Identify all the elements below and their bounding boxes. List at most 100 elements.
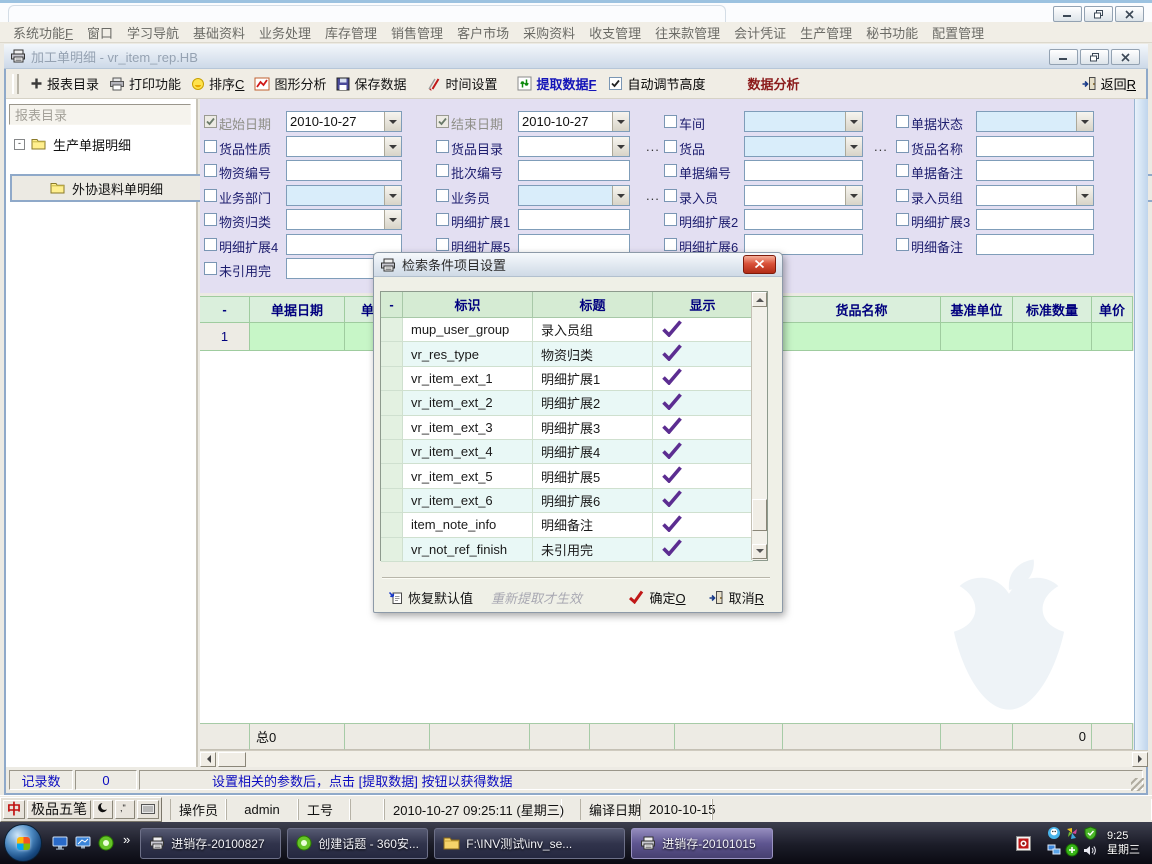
column-header-2[interactable]: 单据日期: [250, 296, 345, 323]
column-header-11[interactable]: 单价: [1092, 296, 1133, 323]
menu-item-15[interactable]: 配置管理: [925, 21, 991, 44]
filter-dropdown-r5c1[interactable]: [286, 209, 402, 230]
tray-shield-icon[interactable]: [1084, 826, 1097, 843]
menu-item-11[interactable]: 往来款管理: [648, 21, 727, 44]
cancel-button[interactable]: 取消R: [708, 588, 764, 607]
field-shown-checkbox[interactable]: [653, 513, 753, 537]
resize-grip[interactable]: [1131, 778, 1144, 791]
field-shown-checkbox[interactable]: [653, 416, 753, 440]
filter-checkbox-r4c1[interactable]: [204, 189, 217, 202]
vertical-scrollbar[interactable]: [1134, 99, 1148, 750]
menu-item-9[interactable]: 采购资料: [516, 21, 582, 44]
menu-item-1[interactable]: 系统功能F: [6, 21, 80, 44]
menu-item-6[interactable]: 库存管理: [318, 21, 384, 44]
dropdown-button[interactable]: [612, 112, 629, 131]
menu-item-10[interactable]: 收支管理: [582, 21, 648, 44]
browser-icon[interactable]: [98, 835, 114, 851]
dialog-row-vr_item_ext_1[interactable]: vr_item_ext_1明细扩展1: [381, 367, 767, 391]
ok-button[interactable]: 确定O: [628, 588, 685, 607]
table-cell[interactable]: [250, 323, 345, 351]
filter-dropdown-r1c3[interactable]: [744, 111, 863, 132]
toolbar-button-time[interactable]: 时间设置: [421, 71, 502, 96]
filter-checkbox-r2c3[interactable]: [664, 140, 677, 153]
filter-dropdown-r1c4[interactable]: [976, 111, 1094, 132]
dialog-row-vr_item_ext_3[interactable]: vr_item_ext_3明细扩展3: [381, 416, 767, 440]
dropdown-button[interactable]: [845, 137, 862, 156]
report-close-button[interactable]: [1111, 49, 1140, 65]
menu-item-5[interactable]: 业务处理: [252, 21, 318, 44]
app-minimize-button[interactable]: [1053, 6, 1082, 22]
horizontal-scrollbar[interactable]: [200, 750, 1148, 767]
app-close-button[interactable]: [1115, 6, 1144, 22]
dialog-scrollbar[interactable]: [751, 292, 767, 560]
filter-input-r3c3[interactable]: [744, 160, 863, 181]
menu-item-12[interactable]: 会计凭证: [727, 21, 793, 44]
dropdown-button[interactable]: [384, 112, 401, 131]
filter-input-r2c4[interactable]: [976, 136, 1094, 157]
scroll-right-button[interactable]: [1132, 752, 1148, 767]
field-shown-checkbox[interactable]: [653, 538, 753, 562]
field-shown-checkbox[interactable]: [653, 367, 753, 391]
filter-checkbox-r1c3[interactable]: [664, 115, 677, 128]
column-header-8[interactable]: 货品名称: [783, 296, 941, 323]
filter-input-r3c1[interactable]: [286, 160, 402, 181]
auto-height-checkbox[interactable]: [609, 77, 622, 90]
dialog-row-mup_user_group[interactable]: mup_user_group录入员组: [381, 318, 767, 342]
dialog-close-button[interactable]: [743, 255, 776, 274]
table-cell[interactable]: [783, 323, 941, 351]
ime-name-button[interactable]: 极品五笔: [27, 800, 91, 819]
table-cell[interactable]: [1013, 323, 1092, 351]
field-shown-checkbox[interactable]: [653, 342, 753, 366]
filter-input-r3c4[interactable]: [976, 160, 1094, 181]
browse-dots-button[interactable]: ...: [646, 188, 660, 203]
filter-checkbox-r6c4[interactable]: [896, 238, 909, 251]
dialog-row-vr_item_ext_2[interactable]: vr_item_ext_2明细扩展2: [381, 391, 767, 415]
ime-language-button[interactable]: 中: [3, 800, 25, 819]
menu-item-3[interactable]: 学习导航: [120, 21, 186, 44]
return-button[interactable]: 返回R: [1081, 74, 1136, 93]
tray-messenger-icon[interactable]: [1047, 826, 1061, 843]
dropdown-button[interactable]: [1076, 186, 1093, 205]
field-shown-checkbox[interactable]: [653, 318, 753, 342]
filter-checkbox-r2c4[interactable]: [896, 140, 909, 153]
toolbar-button-sort[interactable]: 排序C: [186, 71, 249, 96]
toolbar-button-refresh[interactable]: 提取数据F: [512, 71, 601, 96]
filter-dropdown-r1c2[interactable]: 2010-10-27: [518, 111, 630, 132]
filter-checkbox-r6c3[interactable]: [664, 238, 677, 251]
filter-dropdown-r4c4[interactable]: [976, 185, 1094, 206]
table-cell[interactable]: [941, 323, 1013, 351]
filter-checkbox-r3c1[interactable]: [204, 164, 217, 177]
filter-checkbox-r2c1[interactable]: [204, 140, 217, 153]
filter-dropdown-r2c1[interactable]: [286, 136, 402, 157]
menu-item-8[interactable]: 客户市场: [450, 21, 516, 44]
filter-input-r6c4[interactable]: [976, 234, 1094, 255]
field-shown-checkbox[interactable]: [653, 391, 753, 415]
browse-dots-button[interactable]: ...: [874, 139, 888, 154]
filter-checkbox-r1c4[interactable]: [896, 115, 909, 128]
filter-checkbox-r1c2[interactable]: [436, 115, 449, 128]
start-button[interactable]: [4, 824, 42, 862]
ime-mode-button[interactable]: [93, 800, 113, 819]
dialog-titlebar[interactable]: 检索条件项目设置: [374, 253, 782, 277]
toolbar-button-chart[interactable]: 图形分析: [249, 71, 331, 96]
filter-checkbox-r3c3[interactable]: [664, 164, 677, 177]
dropdown-button[interactable]: [1076, 112, 1093, 131]
filter-dropdown-r4c2[interactable]: [518, 185, 630, 206]
column-header-9[interactable]: 基准单位: [941, 296, 1013, 323]
filter-checkbox-r5c2[interactable]: [436, 213, 449, 226]
data-analysis-label[interactable]: 数据分析: [747, 74, 799, 93]
filter-checkbox-r5c3[interactable]: [664, 213, 677, 226]
dropdown-button[interactable]: [845, 112, 862, 131]
taskbar-task-4[interactable]: 进销存-20101015: [631, 828, 773, 859]
filter-input-r5c4[interactable]: [976, 209, 1094, 230]
switch-windows-icon[interactable]: [75, 836, 91, 850]
taskbar-task-1[interactable]: 进销存-20100827: [140, 828, 281, 859]
dialog-row-vr_res_type[interactable]: vr_res_type物资归类: [381, 342, 767, 366]
field-shown-checkbox[interactable]: [653, 489, 753, 513]
menu-item-7[interactable]: 销售管理: [384, 21, 450, 44]
menu-item-13[interactable]: 生产管理: [793, 21, 859, 44]
tray-recorder-icon[interactable]: [1016, 836, 1031, 851]
dialog-scroll-up[interactable]: [752, 292, 767, 307]
toolbar-button-save[interactable]: 保存数据: [331, 71, 411, 96]
tree-expander-icon[interactable]: -: [14, 139, 25, 150]
